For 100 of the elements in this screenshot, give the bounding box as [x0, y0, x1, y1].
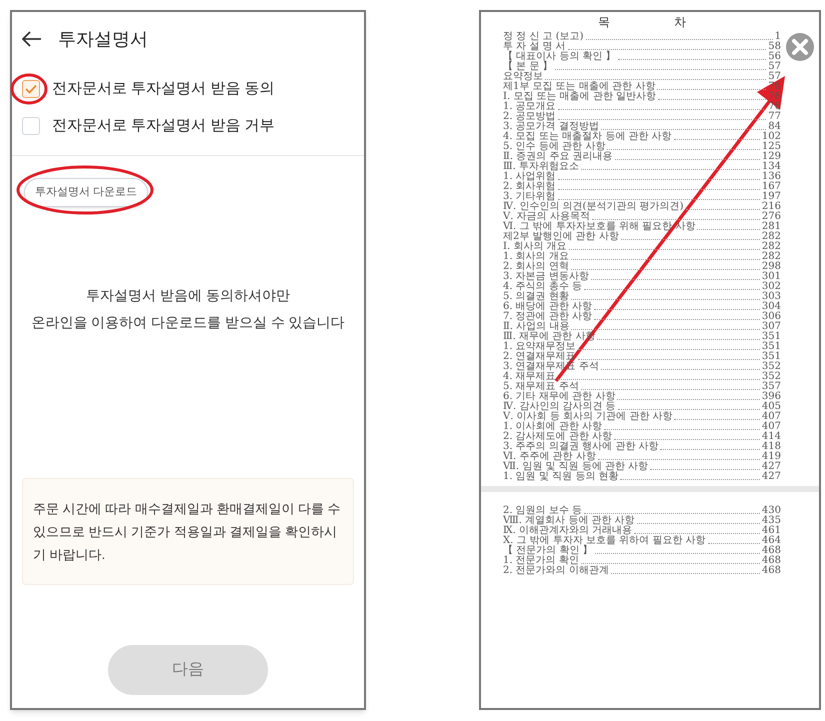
toc-page-number: 414 [762, 432, 781, 442]
toc-entry-title: 1. 사업위험 [503, 172, 556, 182]
toc-entry-title: 1. 공모개요 [503, 102, 556, 112]
toc-page-number: 419 [762, 452, 781, 462]
toc-page-number: 136 [762, 172, 781, 182]
toc-page-number: 302 [762, 282, 781, 292]
toc-entry-title: 1. 이사회에 관한 사항 [503, 422, 602, 432]
toc-page-number: 57 [768, 62, 781, 72]
toc-page-number: 303 [762, 292, 781, 302]
checkbox-label[interactable]: 전자문서로 투자설명서 받음 동의 [52, 78, 275, 100]
toc-page-number: 430 [762, 506, 781, 516]
toc-entry-title: 3. 주주의 의결권 행사에 관한 사항 [503, 442, 658, 452]
download-button[interactable]: 투자설명서 다운로드 [24, 178, 148, 206]
toc-entry-title: 투 자 설 명 서 [503, 42, 566, 52]
toc-page-number: 396 [762, 392, 781, 402]
toc-entry-title: 요약정보 [503, 72, 543, 82]
toc-entry-title: 정 정 신 고 (보고) [503, 32, 584, 42]
toc-entry-title: 6. 배당에 관한 사항 [503, 302, 592, 312]
checkbox[interactable] [22, 116, 40, 135]
toc-entry-title: Ⅴ. 이사회 등 회사의 기관에 관한 사항 [503, 412, 672, 422]
toc-page-number: 357 [762, 382, 781, 392]
toc-page-number: 351 [762, 352, 781, 362]
toc-entry-title: 4. 주식의 총수 등 [503, 282, 582, 292]
toc-entry-title: Ⅳ. 인수인의 의견(분석기관의 평가의견) [503, 202, 684, 212]
toc-page-number: 468 [762, 566, 781, 576]
toc-entry-title: 4. 모집 또는 매출절차 등에 관한 사항 [503, 132, 672, 142]
toc-entry-title: 제2부 발행인에 관한 사항 [503, 232, 619, 242]
toc-page-number: 76 [768, 82, 781, 92]
info-message: 온라인을 이용하여 다운로드를 받으실 수 있습니다 [31, 312, 345, 332]
toc-entry-title: 3. 자본금 변동사항 [503, 272, 589, 282]
toc-entry-title: 7. 정관에 관한 사항 [503, 312, 592, 322]
toc-page-number: 418 [762, 442, 781, 452]
toc-entry-title: Ⅲ. 투자위험요소 [503, 162, 580, 172]
toc-page-number: 307 [762, 322, 781, 332]
toc-entry-title: Ⅵ. 그 밖에 투자자보호를 위해 필요한 사항 [503, 222, 696, 232]
toc-entry-title: 5. 재무제표 주석 [503, 382, 579, 392]
toc-page-number: 407 [762, 412, 781, 422]
close-icon[interactable] [785, 32, 815, 62]
toc-entry-title: 6. 기타 재무에 관한 사항 [503, 392, 616, 402]
toc-entry-title: Ⅴ. 자금의 사용목적 [503, 212, 590, 222]
toc-page-number: 282 [762, 252, 781, 262]
toc-page-number: 304 [762, 302, 781, 312]
annotation-circle [9, 72, 49, 106]
toc-page-number: 351 [762, 342, 781, 352]
toc-page-number: 301 [762, 272, 781, 282]
toc-page-number: 407 [762, 422, 781, 432]
screen-title: 투자설명서 [58, 28, 148, 50]
toc-page-number: 282 [762, 242, 781, 252]
toc-entry-title: Ⅹ. 그 밖에 투자자 보호를 위하여 필요한 사항 [503, 536, 706, 546]
toc-entry-title: 【 대표이사 등의 확인 】 [503, 52, 616, 62]
toc-page-number: 134 [762, 162, 781, 172]
toc-entry-title: 2. 임원의 보수 등 [503, 506, 582, 516]
toc-entry-title: 2. 공모방법 [503, 112, 556, 122]
checkbox[interactable] [22, 80, 40, 98]
toc-page-number: 468 [762, 546, 781, 556]
toc-entry-title: 【 전문가의 확인 】 [503, 546, 593, 556]
toc-page-number: 351 [762, 332, 781, 342]
toc-entry-title: 4. 재무제표 [503, 372, 556, 382]
toc-page-number: 405 [762, 402, 781, 412]
toc-page-number: 352 [762, 362, 781, 372]
toc-entry-title: 2. 회사위험 [503, 182, 556, 192]
toc-entry-title: 1. 전문가의 확인 [503, 556, 579, 566]
toc-entry-title: 2. 감사제도에 관한 사항 [503, 432, 612, 442]
toc-page-number: 282 [762, 232, 781, 242]
toc-entry-title: 【 본 문 】 [503, 62, 553, 72]
notice-text: 주문 시간에 따라 매수결제일과 환매결제일이 다를 수 있으므로 반드시 기준가 적용일과 결제일을 확인하시기 바랍니다. [33, 500, 342, 564]
toc-entry-title: 5. 인수 등에 관한 사항 [503, 142, 606, 152]
toc-page-number: 56 [768, 52, 781, 62]
toc-entry-title: Ⅷ. 계열회사 등에 관한 사항 [503, 516, 635, 526]
toc-entry-title: 1. 요약재무정보 [503, 342, 576, 352]
toc-page-number: 216 [762, 202, 781, 212]
toc-page-number: 427 [762, 472, 781, 482]
toc-entry-title: Ⅰ. 모집 또는 매출에 관한 일반사항 [503, 92, 656, 102]
toc-page-number: 84 [768, 122, 781, 132]
toc-page-number: 427 [762, 462, 781, 472]
toc-page-number: 461 [762, 526, 781, 536]
toc-page-number: 167 [762, 182, 781, 192]
toc-page-number: 125 [762, 142, 781, 152]
checkbox-label[interactable]: 전자문서로 투자설명서 받음 거부 [52, 114, 275, 137]
toc-entry-title: Ⅱ. 증권의 주요 권리내용 [503, 152, 613, 162]
toc-heading: 목 차 [598, 14, 686, 30]
toc-entry-title: 3. 공모가격 결정방법 [503, 122, 599, 132]
toc-entry-title: 2. 회사의 연혁 [503, 262, 569, 272]
toc-entry-title: Ⅰ. 회사의 개요 [503, 242, 566, 252]
toc-entry-title: 2. 전문가와의 이해관계 [503, 566, 609, 576]
toc-page-number: 102 [762, 132, 781, 142]
info-message: 투자설명서 받음에 동의하셔야만 [86, 286, 290, 304]
toc-entry-title: 1. 임원 및 직원 등의 현황 [503, 472, 618, 482]
toc-entry-title: Ⅳ. 감사인의 감사의견 등 [503, 402, 616, 412]
toc-entry-title: 제1부 모집 또는 매출에 관한 사항 [503, 82, 656, 92]
toc-entry-title: 5. 의결권 현황 [503, 292, 569, 302]
toc-page-number: 306 [762, 312, 781, 322]
back-arrow-icon[interactable] [22, 31, 42, 47]
toc-page-number: 352 [762, 372, 781, 382]
toc-page-number: 197 [762, 192, 781, 202]
toc-page-number: 298 [762, 262, 781, 272]
toc-page-number: 276 [762, 212, 781, 222]
toc-page-number: 435 [762, 516, 781, 526]
toc-page-number: 58 [768, 42, 781, 52]
toc-entry-title: 1. 회사의 개요 [503, 252, 569, 262]
